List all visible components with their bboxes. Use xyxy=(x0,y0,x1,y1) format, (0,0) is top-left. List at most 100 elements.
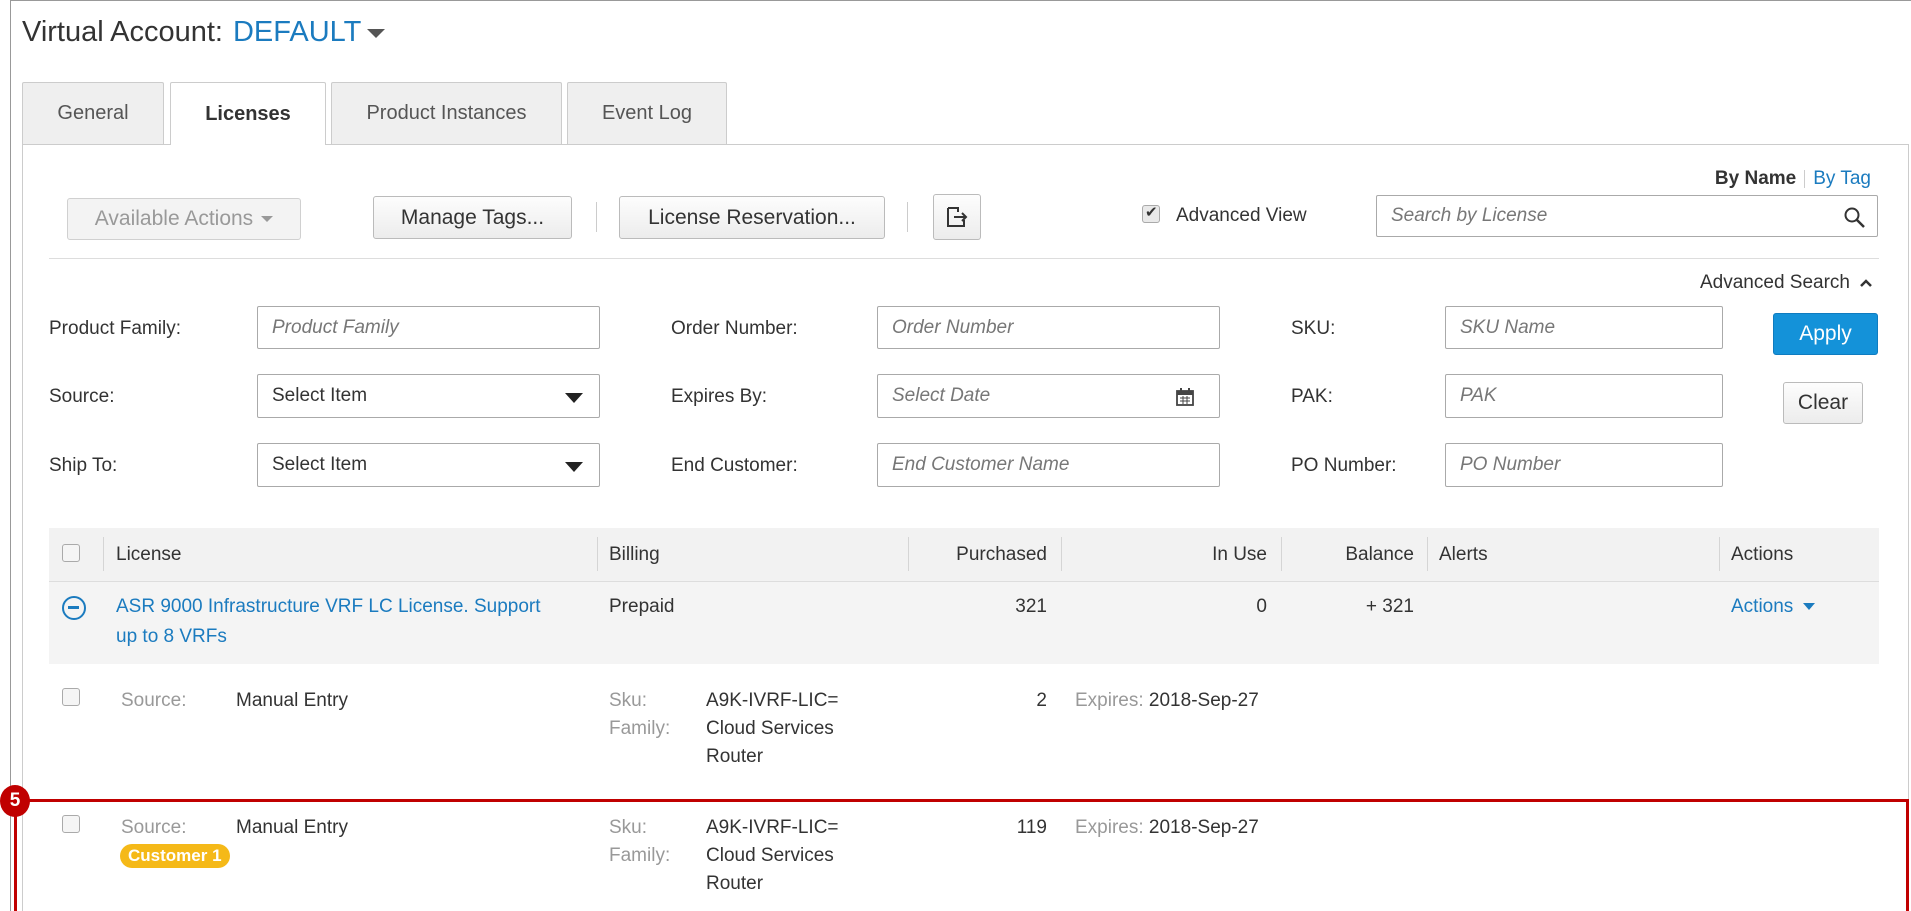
family-value-cont: Router xyxy=(706,746,764,767)
end-customer-input[interactable]: End Customer Name xyxy=(877,443,1220,487)
column-header-balance[interactable]: Balance xyxy=(1282,528,1414,582)
select-all-checkbox[interactable] xyxy=(62,544,80,562)
license-name-link[interactable]: ASR 9000 Infrastructure VRF LC License. … xyxy=(116,596,541,618)
source-value: Manual Entry xyxy=(236,690,348,711)
column-header-in-use[interactable]: In Use xyxy=(1062,528,1267,582)
quantity-value: 2 xyxy=(1036,690,1047,711)
divider xyxy=(49,258,1879,259)
product-family-placeholder: Product Family xyxy=(272,316,399,338)
available-actions-label: Available Actions xyxy=(94,207,254,230)
chevron-down-icon[interactable] xyxy=(367,28,386,38)
row-checkbox[interactable] xyxy=(62,688,80,706)
billing-value: Prepaid xyxy=(609,596,675,617)
table-row xyxy=(49,582,1879,664)
apply-button[interactable]: Apply xyxy=(1773,313,1878,355)
search-placeholder: Search by License xyxy=(1391,205,1548,226)
advanced-view-label: Advanced View xyxy=(1176,205,1307,226)
export-icon xyxy=(947,207,968,227)
dropdown-arrow-icon xyxy=(565,462,583,472)
clear-button[interactable]: Clear xyxy=(1783,382,1863,424)
chevron-up-icon xyxy=(1860,279,1873,287)
tab-general[interactable]: General xyxy=(22,82,164,144)
by-name-toggle[interactable]: By Name xyxy=(1715,168,1796,189)
column-header-license[interactable]: License xyxy=(116,528,182,582)
expires-by-date-input[interactable]: Select Date xyxy=(877,374,1220,418)
pak-label: PAK: xyxy=(1291,386,1333,407)
window-top-border xyxy=(10,0,1911,1)
column-header-billing[interactable]: Billing xyxy=(609,528,660,582)
advanced-search-label: Advanced Search xyxy=(1700,272,1850,293)
toolbar-divider xyxy=(596,202,597,232)
advanced-view-checkbox[interactable] xyxy=(1142,203,1160,223)
manage-tags-button[interactable]: Manage Tags... xyxy=(373,196,572,239)
source-select[interactable]: Select Item xyxy=(257,374,600,418)
search-mode-toggle: By Name By Tag xyxy=(1715,168,1871,190)
sku-placeholder: SKU Name xyxy=(1460,316,1556,338)
expires-info: Expires: 2018-Sep-27 xyxy=(1075,690,1259,712)
pak-input[interactable]: PAK xyxy=(1445,374,1723,418)
chevron-down-icon xyxy=(261,216,274,222)
panel-border xyxy=(1908,144,1909,911)
window-left-border xyxy=(10,0,11,911)
toolbar-divider xyxy=(907,202,908,232)
end-customer-label: End Customer: xyxy=(671,455,798,476)
tab-product-instances[interactable]: Product Instances xyxy=(331,82,562,144)
product-family-label: Product Family: xyxy=(49,318,181,339)
purchased-value: 321 xyxy=(1015,596,1047,617)
annotation-highlight-box xyxy=(14,799,1909,911)
po-number-label: PO Number: xyxy=(1291,455,1397,476)
divider xyxy=(1804,169,1806,188)
expires-field-label: Expires: xyxy=(1075,690,1144,711)
tab-licenses[interactable]: Licenses xyxy=(170,82,326,145)
row-actions-menu[interactable]: Actions xyxy=(1731,596,1816,618)
by-tag-toggle[interactable]: By Tag xyxy=(1813,168,1871,189)
ship-to-select[interactable]: Select Item xyxy=(257,443,600,487)
column-divider xyxy=(597,537,598,571)
end-customer-placeholder: End Customer Name xyxy=(892,454,1070,475)
source-select-value: Select Item xyxy=(272,385,368,406)
ship-to-label: Ship To: xyxy=(49,455,118,476)
annotation-step-badge: 5 xyxy=(0,785,30,817)
po-number-input[interactable]: PO Number xyxy=(1445,443,1723,487)
search-input[interactable]: Search by License xyxy=(1376,195,1878,237)
in-use-value: 0 xyxy=(1256,596,1267,617)
chevron-down-icon xyxy=(1803,603,1816,611)
collapse-icon[interactable] xyxy=(62,596,86,620)
pak-placeholder: PAK xyxy=(1460,385,1497,406)
ship-to-select-value: Select Item xyxy=(272,454,368,475)
order-number-label: Order Number: xyxy=(671,318,798,339)
column-header-purchased[interactable]: Purchased xyxy=(909,528,1047,582)
expires-value: 2018-Sep-27 xyxy=(1148,690,1259,711)
virtual-account-header: Virtual Account: DEFAULT xyxy=(22,16,386,49)
virtual-account-label: Virtual Account: xyxy=(22,16,223,48)
source-field-label: Source: xyxy=(121,690,187,711)
order-number-input[interactable]: Order Number xyxy=(877,306,1220,349)
column-divider xyxy=(1719,537,1720,571)
license-reservation-button[interactable]: License Reservation... xyxy=(619,196,885,239)
advanced-search-toggle[interactable]: Advanced Search xyxy=(1700,272,1873,294)
product-family-input[interactable]: Product Family xyxy=(257,306,600,349)
po-number-placeholder: PO Number xyxy=(1460,454,1561,475)
expires-by-label: Expires By: xyxy=(671,386,768,407)
calendar-icon[interactable] xyxy=(1175,387,1195,407)
export-button[interactable] xyxy=(933,194,981,240)
sku-label: SKU: xyxy=(1291,318,1336,339)
tab-event-log[interactable]: Event Log xyxy=(567,82,727,144)
virtual-account-selector[interactable]: DEFAULT xyxy=(233,16,361,48)
balance-value: + 321 xyxy=(1365,596,1414,617)
sku-input[interactable]: SKU Name xyxy=(1445,306,1723,349)
column-header-actions: Actions xyxy=(1731,544,1794,565)
expires-by-placeholder: Select Date xyxy=(892,385,991,406)
sku-value: A9K-IVRF-LIC= xyxy=(706,690,839,711)
column-divider xyxy=(1427,537,1428,571)
available-actions-button[interactable]: Available Actions xyxy=(67,198,301,240)
license-name-link-cont[interactable]: up to 8 VRFs xyxy=(116,626,227,648)
column-header-alerts[interactable]: Alerts xyxy=(1439,528,1488,582)
order-number-placeholder: Order Number xyxy=(892,316,1014,338)
search-icon[interactable] xyxy=(1843,206,1867,230)
family-field-label: Family: xyxy=(609,718,671,739)
column-divider xyxy=(103,537,104,571)
sku-field-label: Sku: xyxy=(609,690,648,711)
dropdown-arrow-icon xyxy=(565,393,583,403)
source-label: Source: xyxy=(49,386,115,407)
